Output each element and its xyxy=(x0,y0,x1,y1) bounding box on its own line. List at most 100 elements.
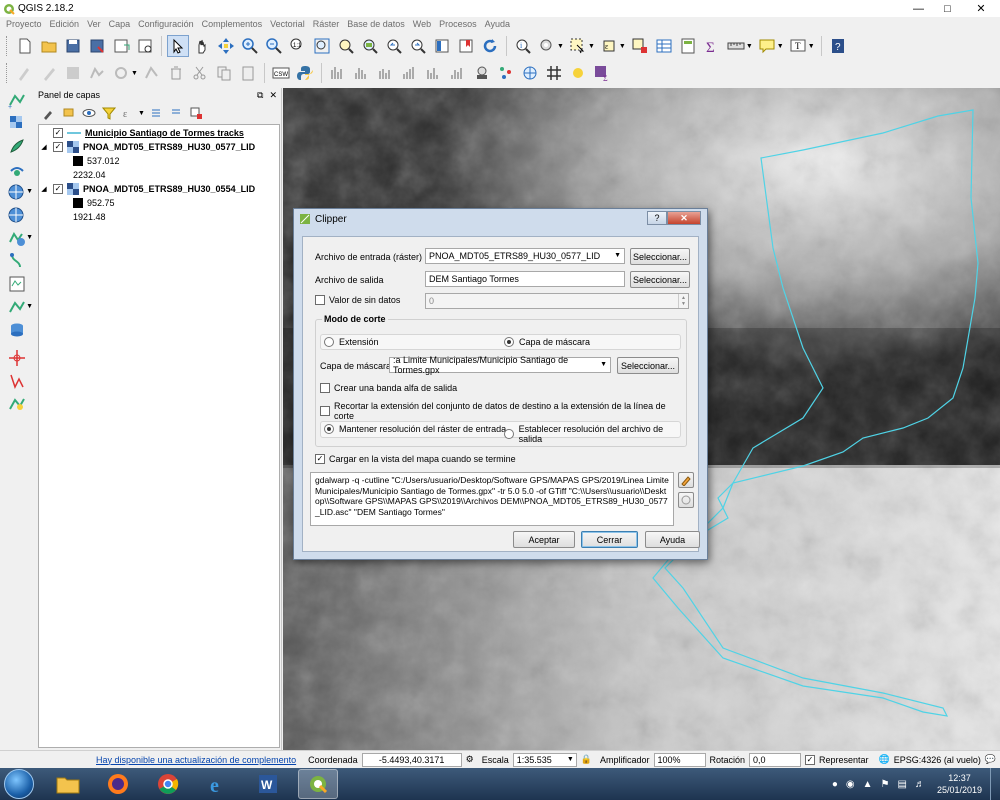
taskbar-firefox[interactable] xyxy=(98,769,138,799)
text-annotation-button[interactable]: T xyxy=(787,35,809,57)
menu-procesos[interactable]: Procesos xyxy=(435,19,481,29)
reset-command-button[interactable] xyxy=(678,492,694,508)
input-file-combo[interactable]: PNOA_MDT05_ETRS89_HU30_0577_LID ▼ xyxy=(425,248,625,264)
add-oracle-layer-button[interactable] xyxy=(3,273,31,295)
identify-button[interactable]: i xyxy=(512,35,534,57)
pan-map-button[interactable] xyxy=(167,35,189,57)
dropdown-arrow-icon[interactable]: ▼ xyxy=(26,303,33,310)
layer-item[interactable]: ◢ ✓ PNOA_MDT05_ETRS89_HU30_0554_LID xyxy=(39,182,255,196)
mssql-layer-button[interactable] xyxy=(3,319,31,341)
load-in-canvas-checkbox[interactable]: ✓ xyxy=(315,454,325,464)
layer-item[interactable]: ✓ Municipio Santiago de Tormes tracks xyxy=(39,126,244,140)
gdal-command-text[interactable]: gdalwarp -q -cutline "C:/Users/usuario/D… xyxy=(310,472,674,526)
measure-button[interactable] xyxy=(725,35,747,57)
edit-command-button[interactable] xyxy=(678,472,694,488)
layer-visibility-checkbox[interactable]: ✓ xyxy=(53,128,63,138)
move-feature-button[interactable] xyxy=(110,62,132,84)
collapse-all-button[interactable] xyxy=(167,104,185,122)
raster-local-stretch-button[interactable] xyxy=(375,62,397,84)
dropdown-arrow-icon[interactable]: ▼ xyxy=(557,43,564,50)
toolbar-grip[interactable] xyxy=(6,36,9,56)
select-input-button[interactable]: Seleccionar... xyxy=(630,248,690,265)
dropdown-arrow-icon[interactable]: ▼ xyxy=(808,43,815,50)
crop-extent-checkbox[interactable] xyxy=(320,406,330,416)
help-button[interactable]: Ayuda xyxy=(645,531,700,548)
save-as-button[interactable] xyxy=(86,35,108,57)
menu-ver[interactable]: Ver xyxy=(83,19,105,29)
accept-button[interactable]: Aceptar xyxy=(513,531,575,548)
flag-icon[interactable]: ⚑ xyxy=(881,779,890,790)
plugin-update-link[interactable]: Hay disponible una actualización de comp… xyxy=(96,755,296,765)
select-features-button[interactable] xyxy=(567,35,589,57)
raster-contrast-button[interactable] xyxy=(447,62,469,84)
add-wms-layer-button[interactable]: ▼ xyxy=(3,181,33,203)
help-contents-button[interactable]: ? xyxy=(827,35,849,57)
toggle-editing-button[interactable] xyxy=(38,62,60,84)
dropdown-arrow-icon[interactable]: ▼ xyxy=(777,43,784,50)
map-tips-button[interactable] xyxy=(756,35,778,57)
new-shapefile-button[interactable]: ▼ xyxy=(3,296,33,318)
toolbar-grip[interactable] xyxy=(6,63,9,83)
add-virtual-layer-button[interactable] xyxy=(3,250,31,272)
clock[interactable]: 12:37 25/01/2019 xyxy=(937,772,982,796)
taskbar-explorer[interactable] xyxy=(48,769,88,799)
action-button[interactable] xyxy=(536,35,558,57)
render-checkbox[interactable]: ✓ xyxy=(805,754,816,765)
gps-tools-button[interactable] xyxy=(3,347,31,369)
zoom-next-button[interactable] xyxy=(407,35,429,57)
scatter-plugin-button[interactable] xyxy=(495,62,517,84)
collapse-arrow-icon[interactable]: ◢ xyxy=(39,185,49,193)
plugin-tool-button[interactable] xyxy=(471,62,493,84)
firefox-tray-icon[interactable]: ◉ xyxy=(846,779,855,790)
show-desktop-button[interactable] xyxy=(990,768,1000,800)
zoom-in-button[interactable] xyxy=(239,35,261,57)
menu-configuracion[interactable]: Configuración xyxy=(134,19,198,29)
zoom-last-button[interactable] xyxy=(383,35,405,57)
raster-cumulative-button[interactable] xyxy=(399,62,421,84)
select-by-expression-button[interactable]: ε xyxy=(598,35,620,57)
select-output-button[interactable]: Seleccionar... xyxy=(630,271,690,288)
delete-selected-button[interactable] xyxy=(165,62,187,84)
extents-toggle-icon[interactable]: ⚙ xyxy=(466,754,474,765)
layer-visibility-checkbox[interactable]: ✓ xyxy=(53,142,63,152)
dropdown-arrow-icon[interactable]: ▼ xyxy=(619,43,626,50)
topology-checker-button[interactable] xyxy=(3,393,31,415)
add-vector-layer-button[interactable]: + xyxy=(3,89,31,111)
refresh-button[interactable] xyxy=(479,35,501,57)
lock-scale-icon[interactable]: 🔒 xyxy=(581,754,592,765)
close-panel-icon[interactable]: ✕ xyxy=(269,90,277,101)
dropdown-arrow-icon[interactable]: ▼ xyxy=(138,110,145,117)
layer-visibility-checkbox[interactable]: ✓ xyxy=(53,184,63,194)
raster-histogram-button[interactable] xyxy=(327,62,349,84)
mode-extent-option[interactable]: Extensión xyxy=(324,337,379,347)
magnifier-spinbox[interactable]: 100% xyxy=(653,752,706,767)
add-raster-layer-button[interactable] xyxy=(3,112,31,134)
dropdown-arrow-icon[interactable]: ▼ xyxy=(26,234,33,241)
raster-calculator-button[interactable]: Σ xyxy=(591,62,613,84)
add-spatialite-layer-button[interactable] xyxy=(3,158,31,180)
radio-mask[interactable] xyxy=(504,337,514,347)
radio-keep-resolution[interactable] xyxy=(324,424,334,434)
spinbox-arrows-icon[interactable]: ▲ ▼ xyxy=(678,294,688,308)
help-icon[interactable]: ? xyxy=(647,211,667,225)
add-group-button[interactable] xyxy=(60,104,78,122)
menu-edicion[interactable]: Edición xyxy=(46,19,84,29)
pan-to-selection-button[interactable] xyxy=(215,35,237,57)
mode-mask-option[interactable]: Capa de máscara xyxy=(504,337,590,347)
composer-manager-button[interactable] xyxy=(134,35,156,57)
select-mask-button[interactable]: Seleccionar... xyxy=(617,357,679,374)
dropdown-arrow-icon[interactable]: ▼ xyxy=(746,43,753,50)
georeferencer-button[interactable] xyxy=(3,370,31,392)
node-tool-button[interactable] xyxy=(141,62,163,84)
csw-button[interactable]: CSW xyxy=(270,62,292,84)
current-edits-button[interactable] xyxy=(14,62,36,84)
dropdown-arrow-icon[interactable]: ▼ xyxy=(588,43,595,50)
field-calculator-button[interactable] xyxy=(677,35,699,57)
attribute-table-button[interactable] xyxy=(653,35,675,57)
menu-raster[interactable]: Ráster xyxy=(309,19,344,29)
grid-plugin-button[interactable] xyxy=(543,62,565,84)
layer-styling-button[interactable] xyxy=(40,104,58,122)
taskbar-internet-explorer[interactable]: e xyxy=(198,769,238,799)
set-resolution-option[interactable]: Establecer resolución del archivo de sal… xyxy=(504,424,680,444)
start-button[interactable] xyxy=(4,769,34,799)
